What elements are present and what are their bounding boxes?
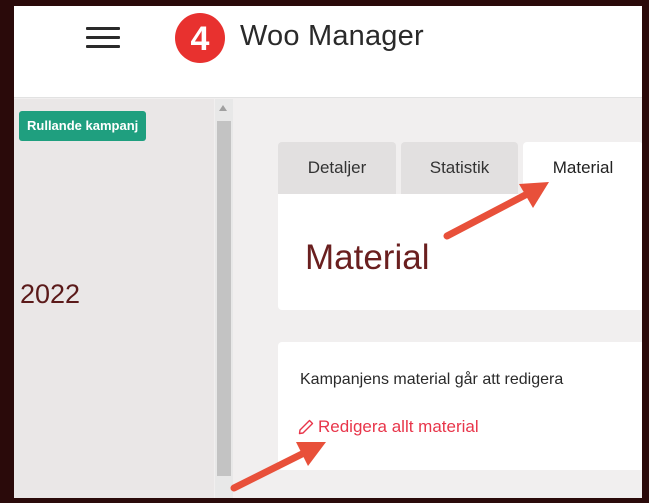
app-viewport: 4 Woo Manager Rullande kampanj 2022 Deta… xyxy=(14,6,642,498)
hamburger-menu-icon[interactable] xyxy=(86,24,120,50)
page-title: Material xyxy=(305,238,430,277)
logo-text: 4 xyxy=(191,20,210,58)
annotation-arrow-edit-link xyxy=(230,442,326,492)
menu-line xyxy=(86,27,120,30)
scrollbar-thumb[interactable] xyxy=(217,121,231,476)
app-header: 4 Woo Manager xyxy=(14,6,642,98)
campaign-type-badge: Rullande kampanj xyxy=(19,111,147,141)
screenshot-frame: 4 Woo Manager Rullande kampanj 2022 Deta… xyxy=(0,0,649,503)
material-description: Kampanjens material går att redigera xyxy=(300,371,564,388)
campaign-year: 2022 xyxy=(20,279,81,309)
menu-line xyxy=(86,45,120,48)
edit-link-label: Redigera allt material xyxy=(318,417,479,436)
app-title: Woo Manager xyxy=(240,20,424,52)
scroll-up-arrow-icon[interactable] xyxy=(219,105,227,111)
menu-line xyxy=(86,36,120,39)
tab-details[interactable]: Detaljer xyxy=(278,142,396,194)
left-sidebar: Rullande kampanj 2022 xyxy=(14,99,214,498)
tv4-logo-icon: 4 xyxy=(175,13,225,63)
annotation-arrow-material-tab xyxy=(443,182,549,240)
